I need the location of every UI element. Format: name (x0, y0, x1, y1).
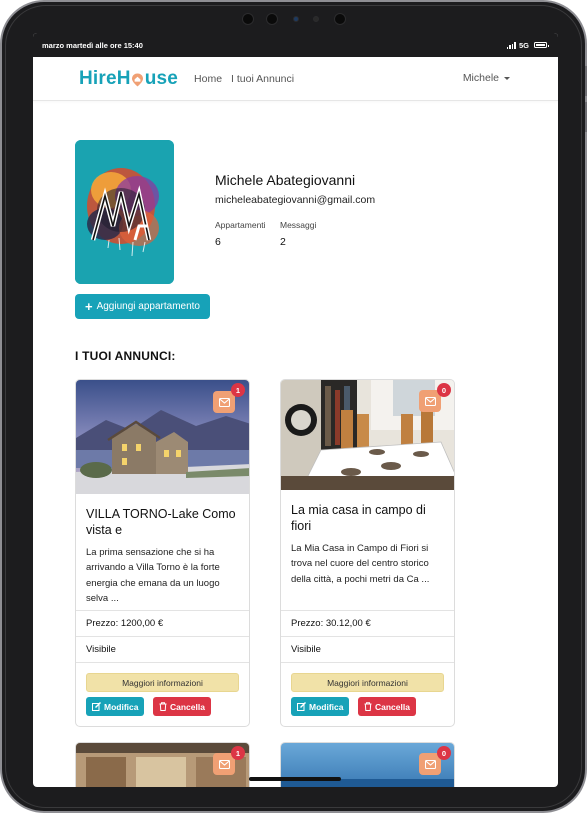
listing-photo: 0 (281, 380, 454, 490)
edit-icon (297, 702, 306, 711)
message-count-badge: 0 (437, 383, 451, 397)
screen: marzo martedì alle ore 15:40 5G HireH us… (33, 33, 558, 787)
trash-icon (364, 702, 372, 711)
listing-card: 1 VILLA TORNO-Lake Como vista e La prima… (75, 379, 250, 727)
profile-email: micheleabategiovanni@gmail.com (215, 194, 376, 206)
more-info-button[interactable]: Maggiori informazioni (291, 673, 444, 692)
delete-button[interactable]: Cancella (358, 697, 416, 716)
edit-button[interactable]: Modifica (291, 697, 350, 716)
stat-apartments: Appartamenti 6 (215, 220, 266, 248)
network-label: 5G (518, 40, 529, 50)
listing-price: Prezzo: 30.12,00 € (281, 610, 454, 636)
envelope-icon (218, 759, 230, 769)
stat-label: Appartamenti (215, 220, 266, 230)
listing-price: Prezzo: 1200,00 € (76, 610, 249, 636)
status-time: marzo martedì alle ore 15:40 (42, 40, 143, 50)
tablet-frame: marzo martedì alle ore 15:40 5G HireH us… (0, 0, 587, 813)
user-dropdown[interactable]: Michele (463, 72, 510, 84)
edit-button[interactable]: Modifica (86, 697, 145, 716)
home-indicator[interactable] (249, 777, 341, 781)
delete-button[interactable]: Cancella (153, 697, 211, 716)
listing-card: 1 (75, 742, 250, 787)
user-name: Michele (462, 72, 499, 84)
signal-icon (506, 41, 516, 49)
profile-avatar (75, 140, 174, 284)
status-bar: marzo martedì alle ore 15:40 5G (33, 33, 558, 57)
card-footer (281, 662, 454, 726)
message-count-badge: 0 (437, 746, 451, 760)
card-footer (76, 662, 249, 726)
camera-bar (238, 11, 354, 27)
profile-name: Michele Abategiovanni (215, 172, 356, 188)
envelope-icon (424, 759, 436, 769)
stat-label: Messaggi (280, 220, 317, 230)
brand-logo[interactable]: HireH use (79, 68, 178, 90)
add-apartment-button[interactable]: + Aggiungi appartamento (75, 294, 210, 319)
listing-card: 0 La mia casa in campo di fiori La Mia C… (280, 379, 455, 727)
battery-icon (534, 42, 549, 48)
section-title: I TUOI ANNUNCI: (75, 349, 176, 363)
listing-photo: 1 (76, 380, 249, 494)
edit-icon (92, 702, 101, 711)
listing-description: La prima sensazione che si ha arrivando … (86, 547, 220, 605)
envelope-icon (218, 397, 230, 407)
stat-messages: Messaggi 2 (280, 220, 316, 248)
message-count-badge: 1 (231, 746, 245, 760)
listing-title: La mia casa in campo di fiori (291, 503, 426, 533)
listing-title: VILLA TORNO-Lake Como vista e (86, 507, 236, 537)
chevron-down-icon (504, 76, 510, 80)
house-pin-icon (131, 72, 144, 86)
message-count-badge: 1 (231, 383, 245, 397)
plus-icon: + (84, 299, 93, 314)
trash-icon (159, 702, 167, 711)
listing-visibility: Visibile (76, 636, 249, 662)
nav-link-home[interactable]: Home (194, 73, 222, 85)
more-info-button[interactable]: Maggiori informazioni (86, 673, 239, 692)
navbar: HireH use Home I tuoi Annunci Michele (33, 57, 558, 101)
envelope-icon (424, 396, 436, 406)
stat-value: 2 (280, 236, 286, 248)
listing-description: La Mia Casa in Campo di Fiori si trova n… (291, 543, 430, 585)
listing-visibility: Visibile (281, 636, 454, 662)
stat-value: 6 (215, 236, 221, 248)
nav-link-my-listings[interactable]: I tuoi Annunci (231, 73, 294, 85)
